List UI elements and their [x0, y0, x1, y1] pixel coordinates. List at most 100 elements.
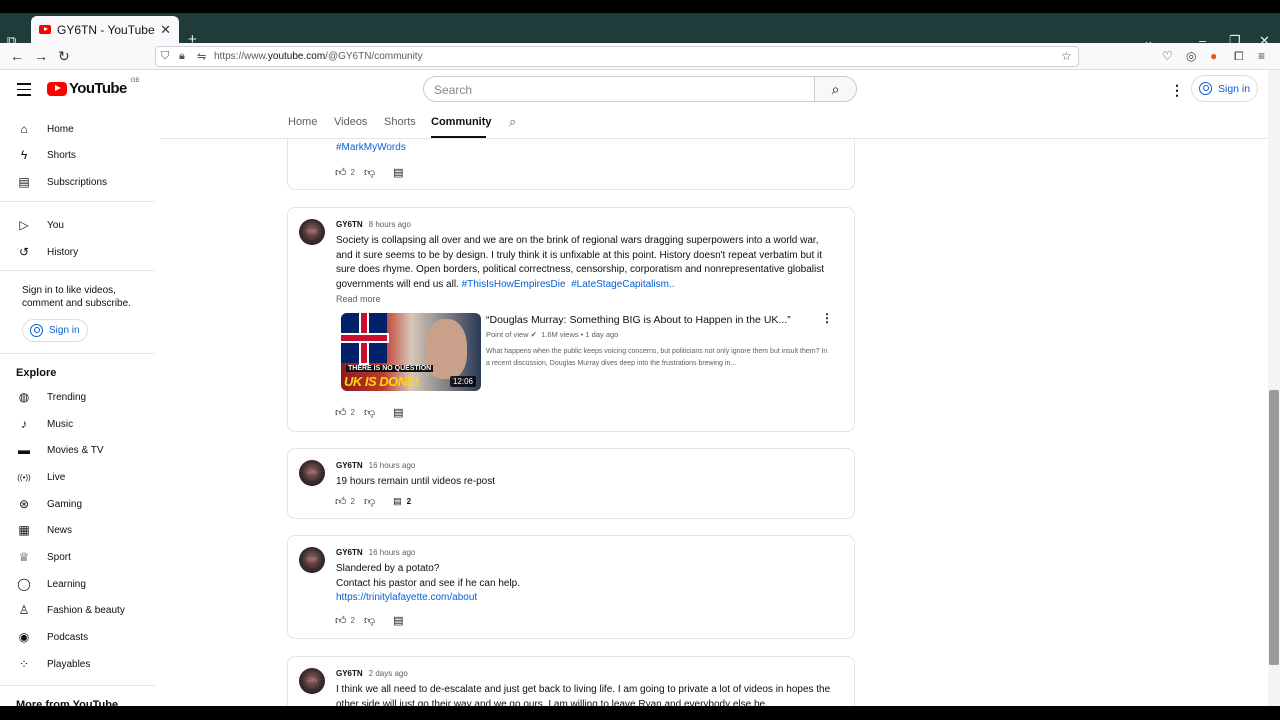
comment-icon[interactable]: ▤ — [393, 496, 402, 507]
pocket-icon[interactable]: ♡ — [1162, 49, 1173, 63]
browser-tab-active[interactable]: GY6TN - YouTube ✕ — [31, 16, 179, 43]
account-circle-icon — [1199, 82, 1212, 95]
history-icon: ↺ — [18, 245, 30, 259]
external-link[interactable]: https://trinitylafayette.com/about — [336, 591, 836, 606]
sidebar-signin-button[interactable]: Sign in — [22, 319, 88, 342]
sidebar-item-you[interactable]: ▷ You — [0, 212, 155, 238]
author-name[interactable]: GY6TN — [336, 461, 363, 470]
bookmark-star-icon[interactable]: ☆ — [1061, 49, 1072, 63]
comment-icon[interactable]: ▤ — [393, 614, 403, 627]
sidebar-divider — [0, 685, 155, 686]
like-icon[interactable]: 👍︎ — [335, 614, 347, 627]
lock-icon[interactable]: 🔒︎ — [179, 50, 185, 63]
post-time[interactable]: 16 hours ago — [369, 548, 416, 557]
post-text: I think we all need to de-escalate and j… — [336, 684, 831, 706]
avatar[interactable]: GY6 — [299, 460, 325, 486]
youtube-play-icon — [47, 81, 67, 96]
comment-icon[interactable]: ▤ — [393, 166, 403, 179]
url-prefix: https://www. — [214, 51, 268, 62]
sidebar-item-sport[interactable]: ♕ Sport — [0, 544, 155, 570]
browser-tab-bar: ⧉ GY6TN - YouTube ✕ + ⌄ – ❐ ✕ — [0, 13, 1280, 48]
tab-videos[interactable]: Videos — [334, 116, 367, 128]
video-title[interactable]: “Douglas Murray: Something BIG is About … — [486, 314, 791, 326]
post-actions: 👍︎ 2 👎︎ ▤ — [335, 613, 404, 627]
signin-button[interactable]: Sign in — [1191, 75, 1258, 102]
sidebar-item-subscriptions[interactable]: ▤ Subscriptions — [0, 169, 155, 195]
like-icon[interactable]: 👍︎ — [335, 166, 347, 179]
sidebar-item-learning[interactable]: ◯ Learning — [0, 571, 155, 597]
post-text: Society is collapsing all over and we ar… — [336, 235, 825, 291]
permissions-icon[interactable]: ⇋ — [197, 50, 206, 63]
music-icon: ♪ — [21, 417, 27, 431]
sidebar-item-playables[interactable]: ⁘ Playables — [0, 651, 155, 677]
sidebar-item-news[interactable]: ▦ News — [0, 517, 155, 543]
extension-badge-icon[interactable]: ● — [1210, 49, 1217, 63]
search-button[interactable]: ⌕ — [814, 76, 857, 102]
sidebar-item-podcasts[interactable]: ◉ Podcasts — [0, 624, 155, 650]
like-icon[interactable]: 👍︎ — [335, 406, 347, 419]
back-icon[interactable]: ← — [10, 48, 24, 64]
author-name[interactable]: GY6TN — [336, 669, 363, 678]
post-meta: GY6TN 2 days ago — [336, 669, 408, 678]
video-menu-kebab-icon[interactable]: ⋮ — [821, 311, 833, 325]
comment-count[interactable]: 2 — [407, 497, 411, 506]
sidebar-item-shorts[interactable]: ϟ Shorts — [0, 142, 155, 168]
dislike-icon[interactable]: 👎︎ — [364, 406, 375, 419]
scrollbar-thumb[interactable] — [1269, 390, 1279, 665]
post-actions: 👍︎ 2 👎︎ ▤ 2 — [335, 494, 411, 508]
tab-community[interactable]: Community — [431, 116, 492, 128]
video-views: 1.6M views — [541, 330, 579, 339]
dislike-icon[interactable]: 👎︎ — [364, 614, 375, 627]
signin-prompt: Sign in to like videos, comment and subs… — [22, 285, 131, 309]
avatar[interactable]: GY6 — [299, 219, 325, 245]
sidebar-item-history[interactable]: ↺ History — [0, 239, 155, 265]
post-meta: GY6TN 16 hours ago — [336, 461, 415, 470]
hashtag-link[interactable]: #MarkMyWords — [336, 142, 406, 153]
avatar[interactable]: GY6 — [299, 668, 325, 694]
sidebar-label: Learning — [47, 578, 86, 590]
like-icon[interactable]: 👍︎ — [335, 495, 347, 508]
reload-icon[interactable]: ↻ — [58, 48, 70, 65]
account-icon[interactable]: ◎ — [1186, 49, 1196, 63]
search-input[interactable]: Search — [423, 76, 815, 102]
author-name[interactable]: GY6TN — [336, 220, 363, 229]
trending-icon: ◍ — [18, 390, 30, 404]
youtube-masthead: YouTube GB Search ⌕ ⋮ Sign in — [0, 70, 1280, 108]
author-name[interactable]: GY6TN — [336, 548, 363, 557]
dislike-icon[interactable]: 👎︎ — [364, 166, 375, 179]
settings-kebab-icon[interactable]: ⋮ — [1170, 82, 1184, 99]
sidebar-item-movies[interactable]: ▬ Movies & TV — [0, 437, 155, 463]
community-post: GY6 GY6TN 8 hours ago Society is collapsi… — [287, 207, 855, 432]
menu-hamburger-icon[interactable] — [17, 83, 31, 100]
extensions-icon[interactable]: ⧠ — [1234, 49, 1244, 64]
sidebar-item-home[interactable]: ⌂ Home — [0, 116, 155, 142]
post-time[interactable]: 8 hours ago — [369, 220, 411, 229]
video-channel[interactable]: Point of view — [486, 330, 529, 339]
post-time[interactable]: 2 days ago — [369, 669, 408, 678]
sidebar-item-music[interactable]: ♪ Music — [0, 411, 155, 437]
community-post: #MarkMyWords 👍︎ 2 👎︎ ▤ — [287, 139, 855, 190]
tab-home[interactable]: Home — [288, 116, 317, 128]
video-thumbnail[interactable]: THERE IS NO QUESTION UK IS DONE! 12:06 — [341, 313, 481, 391]
tracking-shield-icon[interactable]: ⛉ — [161, 50, 169, 63]
sidebar-item-fashion[interactable]: ♙ Fashion & beauty — [0, 597, 155, 623]
channel-search-icon[interactable]: ⌕ — [509, 114, 516, 130]
guide-sidebar: ⌂ Home ϟ Shorts ▤ Subscriptions ▷ You ↺ Histo… — [0, 108, 160, 711]
read-more-link[interactable]: Read more — [336, 294, 381, 304]
community-post: GY6 GY6TN 16 hours ago 19 hours remain un… — [287, 448, 855, 519]
url-bar[interactable]: ⛉ 🔒︎ ⇋ https://www. youtube.com/@GY6TN/co… — [155, 46, 1079, 67]
post-time[interactable]: 16 hours ago — [369, 461, 416, 470]
close-tab-icon[interactable]: ✕ — [160, 22, 171, 38]
avatar[interactable]: GY6 — [299, 547, 325, 573]
forward-icon[interactable]: → — [34, 48, 48, 64]
sidebar-item-gaming[interactable]: ⊛ Gaming — [0, 491, 155, 517]
sidebar-item-trending[interactable]: ◍ Trending — [0, 384, 155, 410]
comment-icon[interactable]: ▤ — [393, 406, 403, 419]
dislike-icon[interactable]: 👎︎ — [364, 495, 375, 508]
app-menu-icon[interactable]: ≡ — [1258, 49, 1265, 63]
sidebar-item-live[interactable]: ((•)) Live — [0, 464, 155, 490]
tab-shorts[interactable]: Shorts — [384, 116, 416, 128]
hashtag-link[interactable]: #LateStageCapitalism — [571, 279, 669, 290]
hashtag-link[interactable]: #ThisIsHowEmpiresDie — [462, 279, 566, 290]
youtube-logo[interactable]: YouTube GB — [47, 78, 139, 97]
